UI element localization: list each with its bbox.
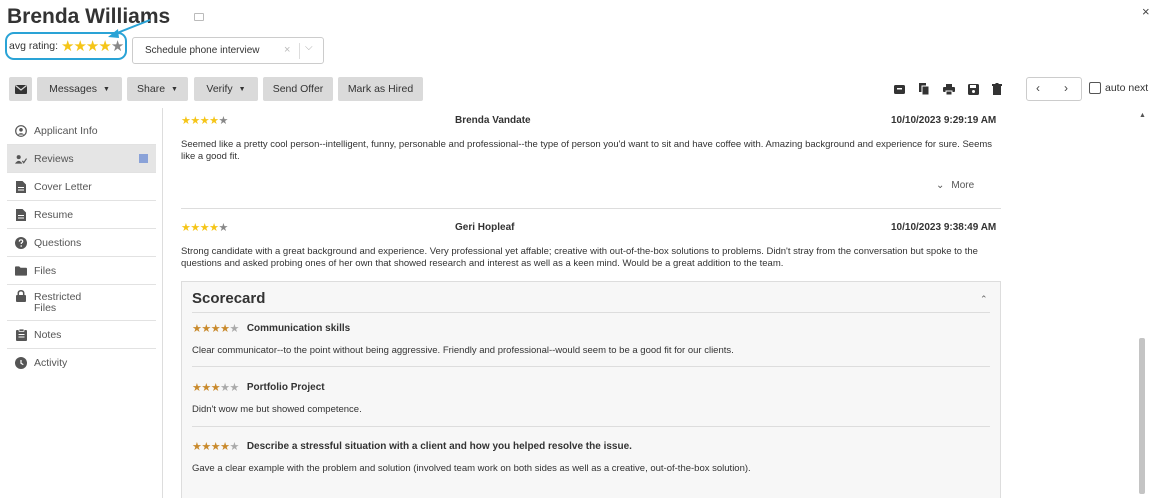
- archive-icon[interactable]: [891, 81, 907, 97]
- chevron-down-icon: ⌄: [936, 180, 945, 191]
- document-icon: [15, 208, 27, 221]
- sidebar-item-label: Resume: [34, 208, 74, 221]
- reviews-badge: [139, 154, 148, 163]
- scrollbar-thumb[interactable]: [1139, 338, 1145, 494]
- review-text: Strong candidate with a great background…: [181, 246, 978, 269]
- scorecard-item-rating: ★★★★★: [192, 323, 239, 335]
- sidebar-item-applicant-info[interactable]: Applicant Info: [7, 117, 156, 145]
- schedule-select-value: Schedule phone interview: [145, 45, 260, 56]
- scorecard-panel: Scorecard ⌃ ★★★★★ Communication skills C…: [181, 281, 1001, 498]
- reviewer-name: Geri Hopleaf: [455, 222, 515, 233]
- sidebar-item-label: Reviews: [34, 152, 74, 165]
- scroll-up-icon[interactable]: ▲: [1139, 112, 1146, 119]
- auto-next-toggle[interactable]: auto next: [1089, 82, 1148, 94]
- review-text: Seemed like a pretty cool person--intell…: [181, 139, 993, 162]
- folder-icon: [15, 265, 27, 277]
- review-timestamp: 10/10/2023 9:38:49 AM: [891, 222, 997, 233]
- avg-rating-label: avg rating:: [9, 40, 59, 52]
- scorecard-divider: [192, 366, 990, 367]
- send-offer-button[interactable]: Send Offer: [263, 77, 333, 101]
- copy-icon[interactable]: [916, 81, 932, 97]
- scorecard-divider: [192, 312, 990, 313]
- sidebar-item-restricted-files[interactable]: Restricted Files: [7, 285, 156, 321]
- caret-down-icon: ▼: [171, 85, 178, 93]
- mail-button[interactable]: [9, 77, 32, 101]
- scorecard-item-rating: ★★★★★: [192, 382, 239, 394]
- more-link[interactable]: ⌄ More: [936, 180, 974, 191]
- clock-icon: [15, 357, 27, 369]
- review-rating: ★★★★★: [181, 222, 228, 234]
- lock-icon: [15, 290, 27, 302]
- clear-icon[interactable]: ×: [284, 44, 290, 56]
- sidebar-item-files[interactable]: Files: [7, 257, 156, 285]
- sidebar-item-label: Activity: [34, 357, 68, 369]
- close-icon[interactable]: ×: [1142, 4, 1150, 19]
- avg-rating-stars: ★★★★★: [61, 38, 124, 55]
- sidebar-item-label: Applicant Info: [34, 124, 98, 137]
- mark-as-hired-button[interactable]: Mark as Hired: [338, 77, 423, 101]
- sidebar: Applicant Info Reviews Cover Letter Resu…: [7, 117, 156, 377]
- scorecard-item-header: ★★★★★ Communication skills: [192, 322, 350, 335]
- sidebar-item-questions[interactable]: Questions: [7, 229, 156, 257]
- scorecard-title: Scorecard: [192, 290, 266, 307]
- avg-rating: avg rating: ★★★★★: [5, 32, 127, 60]
- scorecard-item-title: Portfolio Project: [246, 382, 325, 393]
- sidebar-divider: [162, 108, 163, 498]
- review-rating: ★★★★★: [181, 115, 228, 127]
- scorecard-item-text: Gave a clear example with the problem an…: [192, 463, 751, 474]
- scrollbar[interactable]: ▲: [1137, 108, 1147, 498]
- caret-down-icon: ▼: [102, 85, 110, 93]
- user-circle-icon: [15, 124, 27, 137]
- share-button[interactable]: Share ▼: [127, 77, 188, 101]
- print-icon[interactable]: [941, 81, 957, 97]
- notes-icon: [15, 328, 27, 341]
- schedule-select[interactable]: Schedule phone interview × ⌵: [132, 37, 324, 64]
- auto-next-checkbox[interactable]: [1089, 82, 1101, 94]
- chevron-down-icon[interactable]: ⌵: [305, 42, 313, 53]
- scorecard-item-header: ★★★★★ Portfolio Project: [192, 381, 325, 394]
- sidebar-item-resume[interactable]: Resume: [7, 201, 156, 229]
- sidebar-item-label: Notes: [34, 328, 62, 341]
- reviews-icon: [15, 153, 27, 165]
- save-icon[interactable]: [965, 81, 981, 97]
- scorecard-divider: [192, 426, 990, 427]
- sidebar-item-notes[interactable]: Notes: [7, 321, 156, 349]
- scorecard-item-text: Clear communicator--to the point without…: [192, 345, 734, 356]
- question-icon: [15, 236, 27, 249]
- sidebar-item-activity[interactable]: Activity: [7, 349, 156, 377]
- scorecard-item-title: Communication skills: [246, 323, 351, 334]
- scorecard-item-header: ★★★★★ Describe a stressful situation wit…: [192, 440, 632, 453]
- sidebar-item-label: Questions: [34, 236, 82, 249]
- sidebar-item-label: Restricted Files: [34, 290, 82, 314]
- messages-button[interactable]: Messages ▼: [37, 77, 122, 101]
- scorecard-item-title: Describe a stressful situation with a cl…: [246, 441, 632, 452]
- record-navigation: ‹ ›: [1026, 77, 1082, 101]
- chevron-up-icon[interactable]: ⌃: [980, 294, 988, 305]
- id-card-icon: [194, 13, 204, 21]
- scorecard-item-text: Didn't wow me but showed competence.: [192, 404, 362, 415]
- review-divider: [181, 208, 1001, 209]
- verify-button[interactable]: Verify ▼: [194, 77, 258, 101]
- select-separator: [299, 43, 300, 59]
- prev-icon[interactable]: ‹: [1036, 81, 1040, 95]
- trash-icon[interactable]: [989, 81, 1005, 97]
- sidebar-item-reviews[interactable]: Reviews: [7, 145, 156, 173]
- caret-down-icon: ▼: [238, 85, 246, 93]
- auto-next-label: auto next: [1105, 82, 1149, 94]
- scorecard-item-rating: ★★★★★: [192, 441, 239, 453]
- review-timestamp: 10/10/2023 9:29:19 AM: [891, 115, 997, 126]
- reviewer-name: Brenda Vandate: [455, 115, 531, 126]
- document-icon: [15, 180, 27, 193]
- mail-icon: [14, 84, 27, 94]
- sidebar-item-label: Cover Letter: [34, 180, 92, 193]
- sidebar-item-label: Files: [34, 264, 57, 277]
- next-icon[interactable]: ›: [1064, 81, 1068, 95]
- sidebar-item-cover-letter[interactable]: Cover Letter: [7, 173, 156, 201]
